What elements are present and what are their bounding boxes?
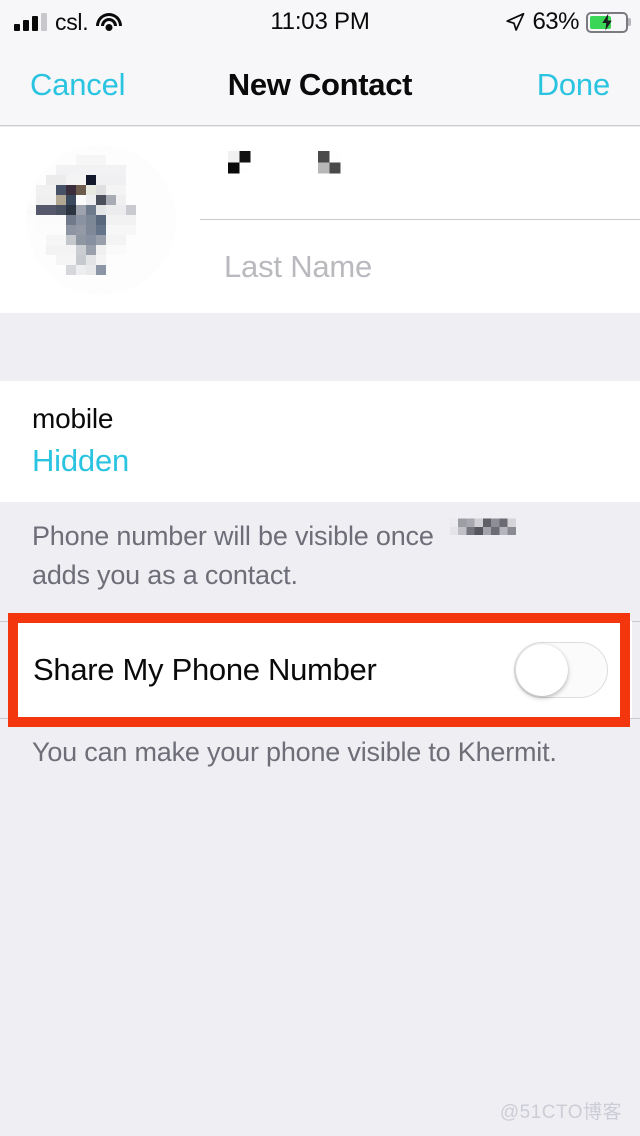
done-button[interactable]: Done <box>537 67 611 103</box>
last-name-placeholder: Last Name <box>224 248 373 284</box>
watermark: @51CTO博客 <box>499 1102 622 1123</box>
contact-avatar[interactable] <box>26 145 176 295</box>
charging-bolt-icon <box>602 13 612 31</box>
location-arrow-icon <box>506 12 525 31</box>
redacted-block-icon <box>228 151 262 185</box>
phone-visibility-note: Phone number will be visible once adds y… <box>32 518 622 593</box>
share-my-phone-number-row[interactable]: Share My Phone Number <box>8 621 632 719</box>
battery-percent-label: 63% <box>532 8 579 35</box>
toggle-section-bottom-separator <box>0 718 640 719</box>
share-phone-footer-note: You can make your phone visible to Kherm… <box>32 737 557 767</box>
phone-number-value[interactable]: Hidden <box>32 443 129 479</box>
toggle-knob <box>516 644 568 696</box>
first-name-redacted-value <box>224 151 356 185</box>
name-fields: Last Name <box>200 127 640 313</box>
redacted-name-icon <box>449 518 524 544</box>
status-bar: csl. 11:03 PM 63% <box>0 0 640 44</box>
phone-visibility-note-head: Phone number will be visible once <box>32 520 434 551</box>
navigation-bar: Cancel New Contact Done <box>0 44 640 126</box>
phone-visibility-note-tail: adds you as a contact. <box>32 559 298 590</box>
avatar-pixelated-photo <box>26 145 176 295</box>
share-phone-number-label: Share My Phone Number <box>33 652 377 687</box>
phone-section-card[interactable]: mobile Hidden <box>0 381 640 502</box>
name-section-card: Last Name <box>0 127 640 313</box>
last-name-field[interactable]: Last Name <box>200 220 640 313</box>
first-name-field[interactable] <box>200 127 640 220</box>
battery-charging-icon <box>586 11 628 33</box>
redacted-block-icon <box>318 151 352 185</box>
iphone-screen: csl. 11:03 PM 63% Cancel New Contact Don… <box>0 0 640 1136</box>
share-phone-number-toggle[interactable] <box>514 642 608 698</box>
phone-type-label[interactable]: mobile <box>32 403 113 435</box>
status-bar-right: 63% <box>505 0 628 44</box>
redacted-contact-name <box>449 518 524 554</box>
